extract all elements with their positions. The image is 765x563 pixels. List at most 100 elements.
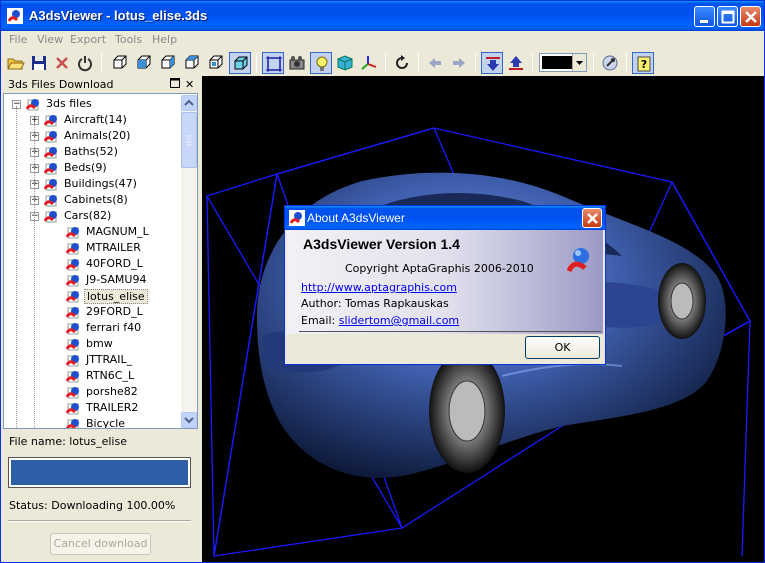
3ds-file-icon — [25, 97, 42, 111]
tree-item-label: Buildings(47) — [64, 177, 137, 190]
tree-file-item[interactable]: TRAILER2 — [4, 400, 180, 416]
rotate-button[interactable] — [391, 52, 413, 74]
3ds-file-icon — [65, 257, 82, 271]
tree-file-item[interactable]: ferrari f40 — [4, 320, 180, 336]
3ds-file-icon — [43, 177, 60, 191]
cancel-download-button[interactable]: Cancel download — [50, 533, 151, 555]
tree-file-item[interactable]: Bicycle — [4, 416, 180, 429]
tree-category[interactable]: + Buildings(47) — [4, 176, 180, 192]
rotate-icon — [396, 55, 408, 69]
tree-category[interactable]: + Beds(9) — [4, 160, 180, 176]
ok-button[interactable]: OK — [525, 336, 600, 359]
tree-file-item[interactable]: MTRAILER — [4, 240, 180, 256]
axes-button[interactable] — [358, 52, 380, 74]
panel-close-icon[interactable]: ✕ — [185, 78, 194, 91]
tree-file-item[interactable]: 29FORD_L — [4, 304, 180, 320]
move-up-button[interactable] — [505, 52, 527, 74]
tree-file-item[interactable]: 40FORD_L — [4, 256, 180, 272]
light-bulb-icon — [316, 56, 328, 71]
dialog-title-bar[interactable]: About A3dsViewer — [285, 206, 605, 230]
menu-file[interactable]: File — [9, 33, 27, 46]
toolbar-separator — [532, 53, 533, 73]
menu-tools[interactable]: Tools — [115, 33, 142, 46]
tree-file-item[interactable]: bmw — [4, 336, 180, 352]
chevron-up-icon — [184, 99, 194, 106]
tree-category[interactable]: + Animals(20) — [4, 128, 180, 144]
title-bar[interactable]: A3dsViewer - lotus_elise.3ds — [1, 1, 764, 31]
exit-button[interactable] — [74, 52, 96, 74]
forward-button[interactable] — [448, 52, 470, 74]
menu-view[interactable]: View — [37, 33, 63, 46]
help-question-icon: ? — [637, 56, 651, 72]
tree-item-label: bmw — [86, 337, 113, 350]
toolbar-separator — [593, 53, 594, 73]
scroll-up-button[interactable] — [181, 95, 197, 111]
view-back-button[interactable] — [133, 52, 155, 74]
settings-button[interactable] — [599, 52, 621, 74]
light-button[interactable] — [310, 52, 332, 74]
file-tree[interactable]: −3ds files + Aircraft(14) + Animals(20) + Bath… — [3, 93, 198, 429]
divider — [8, 520, 191, 522]
3ds-file-icon — [43, 193, 60, 207]
view-front-button[interactable] — [109, 52, 131, 74]
panel-title: 3ds Files Download — [8, 78, 114, 91]
tree-item-label: RTN6C_L — [86, 369, 135, 382]
background-color-picker[interactable] — [539, 53, 587, 72]
app-window: A3dsViewer - lotus_elise.3ds File View E… — [0, 0, 765, 563]
3ds-file-icon — [65, 353, 82, 367]
tree-file-item[interactable]: MAGNUM_L — [4, 224, 180, 240]
scroll-down-button[interactable] — [181, 412, 197, 428]
email-link[interactable]: slidertom@gmail.com — [339, 314, 459, 327]
3ds-file-icon — [65, 273, 82, 287]
3ds-file-icon — [65, 225, 82, 239]
delete-button[interactable] — [51, 52, 73, 74]
scroll-thumb[interactable] — [181, 112, 197, 168]
3ds-file-icon — [43, 129, 60, 143]
tree-file-item[interactable]: lotus_elise — [4, 288, 180, 304]
tree-item-label: Bicycle — [86, 417, 126, 429]
menu-bar: File View Export Tools Help — [1, 31, 764, 49]
view-left-button[interactable] — [157, 52, 179, 74]
help-button[interactable]: ? — [632, 52, 654, 74]
view-right-button[interactable] — [181, 52, 203, 74]
maximize-icon — [721, 10, 735, 24]
back-button[interactable] — [424, 52, 446, 74]
view-top-button[interactable] — [205, 52, 227, 74]
tree-category[interactable]: + Aircraft(14) — [4, 112, 180, 128]
menu-export[interactable]: Export — [70, 33, 106, 46]
camera-button[interactable] — [286, 52, 308, 74]
cube-3d-icon — [234, 56, 248, 70]
cube-front-icon — [113, 55, 127, 69]
tree-root[interactable]: −3ds files — [4, 96, 180, 112]
maximize-button[interactable] — [717, 6, 738, 27]
tree-category[interactable]: + Cabinets(8) — [4, 192, 180, 208]
tree-file-item[interactable]: RTN6C_L — [4, 368, 180, 384]
tree-file-item[interactable]: porshe82 — [4, 384, 180, 400]
panel-float-icon[interactable] — [169, 77, 181, 89]
tree-scrollbar[interactable] — [181, 95, 197, 428]
3ds-file-icon — [43, 209, 60, 223]
dialog-close-button[interactable] — [582, 208, 602, 228]
toolbar-separator — [475, 53, 476, 73]
dropdown-arrow[interactable] — [572, 54, 586, 71]
close-icon — [745, 11, 757, 23]
open-button[interactable] — [5, 52, 27, 74]
tree-category[interactable]: + Baths(52) — [4, 144, 180, 160]
save-button[interactable] — [28, 52, 50, 74]
dialog-divider — [299, 331, 601, 332]
website-link[interactable]: http://www.aptagraphis.com — [301, 281, 457, 294]
3ds-file-icon — [43, 161, 60, 175]
minimize-button[interactable] — [694, 6, 715, 27]
app-logo-icon — [289, 210, 305, 226]
view-3d-button[interactable] — [229, 52, 251, 74]
move-down-button[interactable] — [481, 52, 503, 74]
texture-button[interactable] — [334, 52, 356, 74]
tree-category[interactable]: − Cars(82) — [4, 208, 180, 224]
close-button[interactable] — [740, 6, 761, 27]
tree-file-item[interactable]: JTTRAIL_ — [4, 352, 180, 368]
menu-help[interactable]: Help — [152, 33, 177, 46]
tree-file-item[interactable]: J9-SAMU94 — [4, 272, 180, 288]
cube-back-icon — [137, 55, 151, 69]
bounding-box-button[interactable] — [262, 52, 284, 74]
file-name-label: File name: lotus_elise — [9, 435, 127, 448]
